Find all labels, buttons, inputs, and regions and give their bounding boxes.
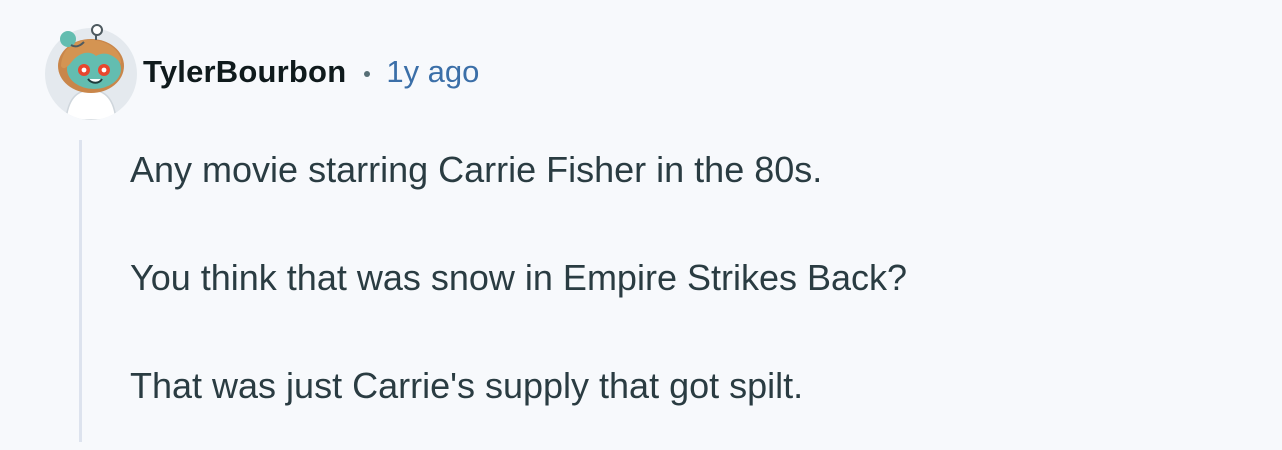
comment-meta: TylerBourbon 1y ago bbox=[143, 50, 479, 94]
comment-timestamp[interactable]: 1y ago bbox=[386, 54, 479, 90]
author-username[interactable]: TylerBourbon bbox=[143, 54, 346, 90]
comment-paragraph: That was just Carrie's supply that got s… bbox=[130, 365, 804, 406]
comment-paragraph: You think that was snow in Empire Strike… bbox=[130, 257, 908, 298]
thread-line[interactable] bbox=[79, 140, 82, 442]
user-avatar[interactable] bbox=[44, 24, 138, 120]
separator-dot bbox=[364, 71, 371, 77]
comment-paragraph: Any movie starring Carrie Fisher in the … bbox=[130, 149, 823, 190]
snoo-avatar-icon bbox=[45, 24, 137, 120]
comment: TylerBourbon 1y ago Any movie starring C… bbox=[0, 0, 1282, 450]
